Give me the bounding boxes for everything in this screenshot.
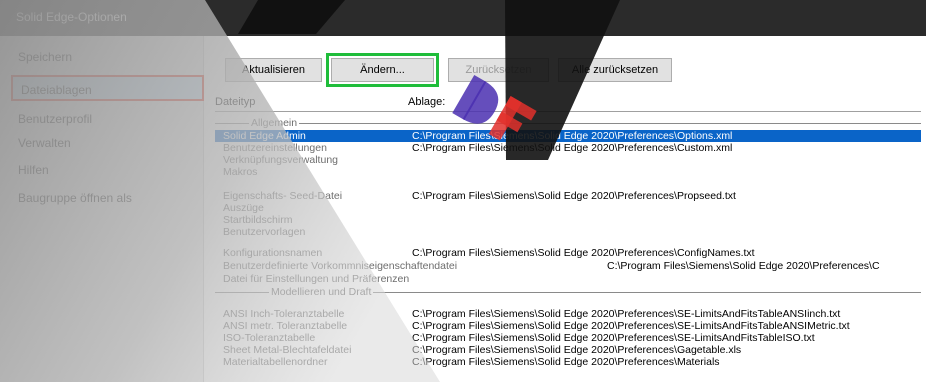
table-row[interactable]: ANSI Inch-Toleranztabelle C:\Program Fil…	[215, 308, 921, 320]
group-label: Modellieren und Draft	[269, 286, 374, 298]
reset-button[interactable]: Zurücksetzen	[448, 58, 549, 82]
table-row[interactable]: Verknüpfungsverwaltung	[215, 154, 921, 166]
table-row[interactable]: Benutzerdefinierte Vorkommniseigenschaft…	[215, 260, 921, 272]
row-file-type: Konfigurationsnamen	[223, 247, 323, 259]
column-header-type[interactable]: Dateityp	[215, 96, 255, 108]
row-file-type: Benutzerdefinierte Vorkommniseigenschaft…	[223, 260, 458, 272]
file-locations-panel: Aktualisieren Ändern... Zurücksetzen All…	[205, 36, 926, 382]
row-location: C:\Program Files\Siemens\Solid Edge 2020…	[412, 142, 733, 154]
row-file-type: Materialtabellenordner	[223, 356, 328, 368]
row-file-type: Benutzereinstellungen	[223, 142, 327, 154]
table-row[interactable]: ANSI metr. Toleranztabelle C:\Program Fi…	[215, 320, 921, 332]
column-header-location[interactable]: Ablage:	[408, 96, 445, 108]
row-location: C:\Program Files\Siemens\Solid Edge 2020…	[412, 308, 841, 320]
row-file-type: Datei für Einstellungen und Präferenzen	[223, 273, 410, 285]
row-location: C:\Program Files\Siemens\Solid Edge 2020…	[607, 260, 880, 272]
title-bar: Solid Edge-Optionen	[0, 0, 926, 36]
row-file-type: ISO-Toleranztabelle	[223, 332, 316, 344]
sidebar-item-manage[interactable]: Verwalten	[18, 136, 71, 150]
reset-all-button[interactable]: Alle zurücksetzen	[558, 58, 672, 82]
group-modeling: Modellieren und Draft	[215, 286, 921, 298]
row-file-type: Startbildschirm	[223, 214, 293, 226]
sidebar-item-user-profile[interactable]: Benutzerprofil	[18, 112, 92, 126]
row-file-type: Auszüge	[223, 202, 264, 214]
table-row[interactable]: Makros	[215, 166, 921, 178]
row-location: C:\Program Files\Siemens\Solid Edge 2020…	[412, 344, 742, 356]
sidebar-item-file-locations[interactable]: Dateiablagen	[11, 75, 204, 101]
table-row[interactable]: Datei für Einstellungen und Präferenzen	[215, 273, 921, 285]
row-file-type: Benutzervorlagen	[223, 226, 306, 238]
table-row[interactable]: Startbildschirm	[215, 214, 921, 226]
header-divider	[215, 111, 921, 112]
table-row[interactable]: Auszüge	[215, 202, 921, 214]
table-row[interactable]: ISO-Toleranztabelle C:\Program Files\Sie…	[215, 332, 921, 344]
table-row[interactable]: Sheet Metal-Blechtafeldatei C:\Program F…	[215, 344, 921, 356]
row-file-type: ANSI metr. Toleranztabelle	[223, 320, 348, 332]
row-file-type: Solid Edge Admin	[223, 130, 306, 142]
sidebar-item-open-assembly-as[interactable]: Baugruppe öffnen als	[18, 191, 132, 205]
table-row[interactable]: Konfigurationsnamen C:\Program Files\Sie…	[215, 247, 921, 259]
row-location: C:\Program Files\Siemens\Solid Edge 2020…	[412, 356, 720, 368]
row-file-type: ANSI Inch-Toleranztabelle	[223, 308, 345, 320]
change-button[interactable]: Ändern...	[331, 58, 434, 82]
row-location: C:\Program Files\Siemens\Solid Edge 2020…	[412, 247, 755, 259]
group-general: Allgemein	[215, 117, 921, 129]
table-row[interactable]: Benutzereinstellungen C:\Program Files\S…	[215, 142, 921, 154]
table-row[interactable]: Solid Edge Admin C:\Program Files\Siemen…	[215, 130, 921, 142]
table-row[interactable]: Materialtabellenordner C:\Program Files\…	[215, 356, 921, 368]
update-button[interactable]: Aktualisieren	[225, 58, 322, 82]
row-file-type: Verknüpfungsverwaltung	[223, 154, 338, 166]
table-row[interactable]: Benutzervorlagen	[215, 226, 921, 238]
row-location: C:\Program Files\Siemens\Solid Edge 2020…	[412, 130, 733, 142]
row-location: C:\Program Files\Siemens\Solid Edge 2020…	[412, 190, 736, 202]
options-sidebar: Speichern Dateiablagen Benutzerprofil Ve…	[0, 36, 204, 382]
row-file-type: Eigenschafts- Seed-Datei	[223, 190, 343, 202]
row-file-type: Sheet Metal-Blechtafeldatei	[223, 344, 352, 356]
row-file-type: Makros	[223, 166, 258, 178]
row-location: C:\Program Files\Siemens\Solid Edge 2020…	[412, 332, 815, 344]
group-label: Allgemein	[249, 117, 300, 129]
window-title: Solid Edge-Optionen	[16, 10, 127, 24]
table-row[interactable]: Eigenschafts- Seed-Datei C:\Program File…	[215, 190, 921, 202]
sidebar-item-save[interactable]: Speichern	[18, 50, 72, 64]
sidebar-item-helpers[interactable]: Hilfen	[18, 163, 49, 177]
row-location: C:\Program Files\Siemens\Solid Edge 2020…	[412, 320, 850, 332]
